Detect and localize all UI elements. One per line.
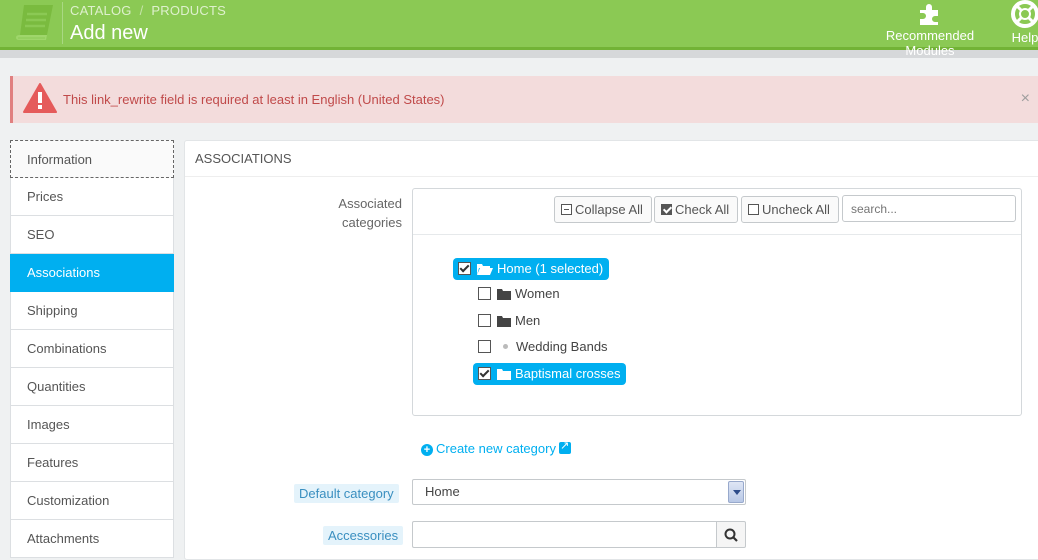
folder-open-icon	[477, 264, 493, 275]
panel-heading: ASSOCIATIONS	[185, 141, 1038, 177]
category-search-input[interactable]	[842, 195, 1016, 222]
recommended-modules-label: Recommended Modules	[885, 28, 975, 58]
men-label: Men	[515, 313, 541, 328]
tab-seo[interactable]: SEO	[10, 216, 174, 254]
check-all-button[interactable]: Check All	[654, 196, 739, 223]
create-category-label: Create new category	[436, 441, 556, 456]
tab-attachments[interactable]: Attachments	[10, 520, 174, 558]
tab-prices[interactable]: Prices	[10, 178, 174, 216]
collapse-all-button[interactable]: Collapse All	[554, 196, 652, 223]
wedding-bands-checkbox[interactable]	[478, 340, 491, 353]
tree-node-men[interactable]: Men	[478, 311, 540, 331]
bullet-icon	[503, 344, 508, 350]
error-alert: This link_rewrite field is required at l…	[10, 76, 1038, 123]
book-icon[interactable]	[12, 2, 56, 44]
recommended-modules-button[interactable]: Recommended Modules	[860, 0, 1000, 58]
associated-categories-label: Associated categories	[200, 194, 402, 232]
warning-icon	[23, 83, 57, 113]
home-checkbox[interactable]	[458, 262, 471, 275]
help-button[interactable]: Help	[1005, 0, 1038, 45]
men-checkbox[interactable]	[478, 314, 491, 327]
baptismal-crosses-checkbox[interactable]	[478, 367, 491, 380]
tab-associations[interactable]: Associations	[10, 254, 174, 292]
collapse-all-label: Collapse All	[575, 202, 643, 217]
tab-images[interactable]: Images	[10, 406, 174, 444]
tree-node-women[interactable]: Women	[478, 284, 560, 304]
tree-node-wedding-bands[interactable]: Wedding Bands	[478, 337, 608, 357]
tab-customization[interactable]: Customization	[10, 482, 174, 520]
tab-shipping[interactable]: Shipping	[10, 292, 174, 330]
breadcrumb-separator: /	[139, 3, 144, 18]
accessories-search-button[interactable]	[716, 521, 746, 548]
accessories-input[interactable]	[412, 521, 716, 548]
tab-quantities[interactable]: Quantities	[10, 368, 174, 406]
breadcrumb-products[interactable]: PRODUCTS	[151, 3, 226, 18]
title-separator	[62, 2, 63, 44]
chevron-down-icon[interactable]	[728, 481, 744, 503]
check-all-label: Check All	[675, 202, 730, 217]
folder-icon	[497, 289, 511, 300]
breadcrumb-catalog[interactable]: CATALOG	[70, 3, 132, 18]
help-label: Help	[1011, 30, 1038, 45]
accessories-label: Accessories	[323, 526, 404, 545]
default-category-select[interactable]: Home	[412, 479, 746, 505]
external-link-icon	[558, 439, 571, 454]
uncheck-all-label: Uncheck All	[762, 202, 830, 217]
create-category-link[interactable]: + Create new category	[421, 439, 571, 456]
checked-box-icon	[661, 204, 672, 215]
women-label: Women	[515, 286, 560, 301]
plus-circle-icon: +	[421, 444, 433, 456]
tree-node-baptismal-crosses[interactable]: Baptismal crosses	[473, 363, 627, 385]
women-checkbox[interactable]	[478, 287, 491, 300]
tab-combinations[interactable]: Combinations	[10, 330, 174, 368]
product-tabs: Information Prices SEO Associations Ship…	[10, 140, 174, 558]
default-category-label: Default category	[294, 484, 399, 503]
close-icon[interactable]: ×	[1021, 90, 1030, 108]
default-category-value: Home	[425, 484, 460, 499]
lifebuoy-icon	[1011, 0, 1038, 28]
home-label: Home (1 selected)	[497, 261, 604, 276]
alert-message: This link_rewrite field is required at l…	[63, 92, 445, 107]
folder-icon	[497, 316, 511, 327]
tab-features[interactable]: Features	[10, 444, 174, 482]
puzzle-icon	[920, 4, 938, 25]
uncheck-all-button[interactable]: Uncheck All	[741, 196, 839, 223]
tab-information[interactable]: Information	[10, 140, 174, 178]
breadcrumb: CATALOG / PRODUCTS	[70, 3, 226, 18]
associated-label-line2: categories	[342, 215, 402, 230]
tree-node-home[interactable]: Home (1 selected)	[453, 258, 610, 280]
empty-box-icon	[748, 204, 759, 215]
page-title: Add new	[70, 22, 148, 44]
associated-label-line1: Associated	[338, 196, 402, 211]
wedding-bands-label: Wedding Bands	[516, 339, 608, 354]
search-icon	[724, 528, 738, 542]
collapse-icon	[561, 204, 572, 215]
folder-icon	[497, 369, 511, 380]
tree-toolbar: Collapse All Check All Uncheck All	[413, 189, 1021, 235]
baptismal-crosses-label: Baptismal crosses	[515, 366, 621, 381]
